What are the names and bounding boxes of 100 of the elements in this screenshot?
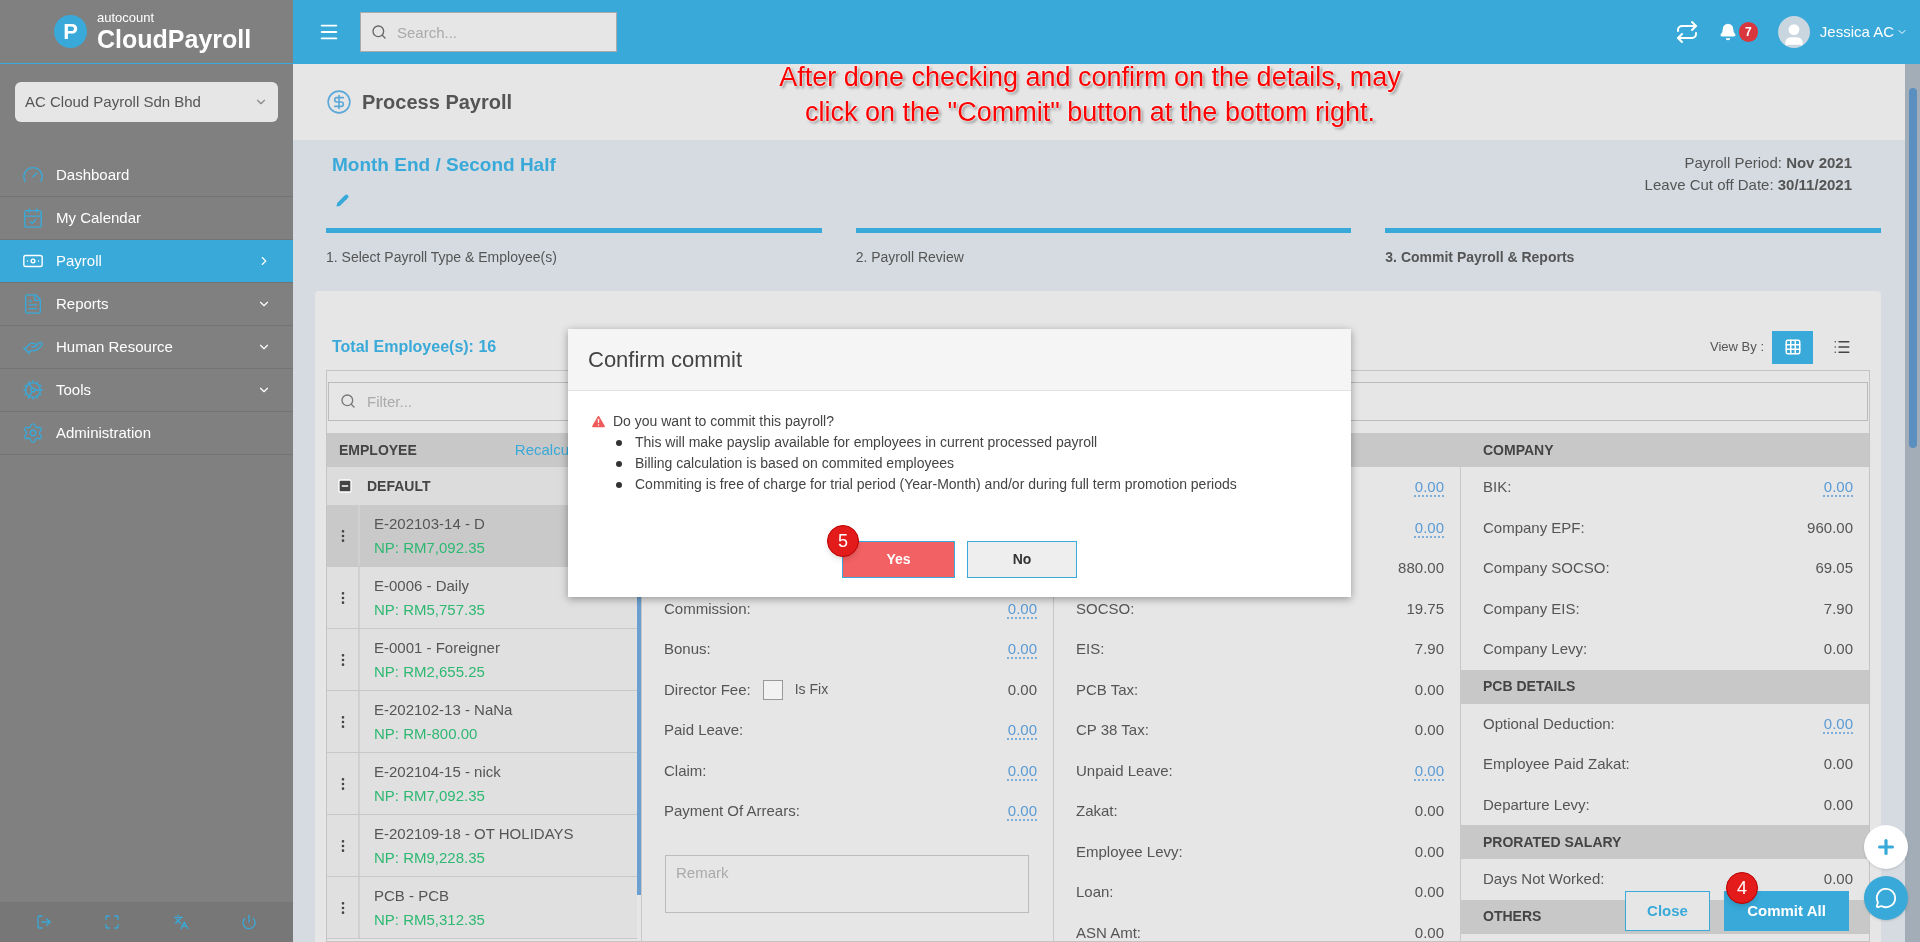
net-pay: NP: RM5,757.35 xyxy=(374,599,485,620)
amount-value[interactable]: 0.00 xyxy=(1414,516,1444,539)
amount-value: 0.00 xyxy=(1007,680,1037,698)
annotation-text: click on the "Commit" button at the bottom right. xyxy=(805,96,1375,129)
dialog-bullet: Commiting is free of charge for trial period (Year-Month) and/or during full term promotion periods xyxy=(635,475,1237,494)
logout-icon[interactable] xyxy=(36,914,53,930)
wizard-step: 1. Select Payroll Type & Employee(s) xyxy=(326,228,822,267)
employee-row[interactable]: E-202109-18 - OT HOLIDAYS NP: RM9,228.35 xyxy=(327,815,637,877)
field-label: EIS: xyxy=(1076,639,1105,659)
step-badge: 5 xyxy=(827,525,859,557)
amount-value: 7.90 xyxy=(1414,639,1444,659)
employee-name: E-202102-13 - NaNa xyxy=(374,699,513,720)
chat-icon xyxy=(1875,887,1897,909)
employee-row[interactable]: E-0001 - Foreigner NP: RM2,655.25 xyxy=(327,629,637,691)
plus-icon xyxy=(1875,836,1897,858)
amount-value[interactable]: 0.00 xyxy=(1007,638,1037,661)
employee-name: E-0006 - Daily xyxy=(374,575,471,596)
amount-value: 0.00 xyxy=(1414,922,1444,942)
field-label: Employee Levy: xyxy=(1076,841,1183,862)
close-button[interactable]: Close xyxy=(1625,891,1710,931)
employee-row[interactable]: E-202104-15 - nick NP: RM7,092.35 xyxy=(327,753,637,815)
fullscreen-icon[interactable] xyxy=(104,914,121,930)
amount-value: 0.00 xyxy=(1414,679,1444,700)
annotation-text: After done checking and confirm on the details, may xyxy=(779,61,1401,94)
amount-value[interactable]: 0.00 xyxy=(1007,719,1037,742)
amount-value: 0.00 xyxy=(1414,801,1444,821)
field-label: Payment Of Arrears: xyxy=(664,801,800,821)
employee-row[interactable]: E-202102-13 - NaNa NP: RM-800.00 xyxy=(327,691,637,753)
net-pay: NP: RM2,655.25 xyxy=(374,661,486,682)
user-name[interactable]: Jessica AC xyxy=(1819,20,1894,44)
bell-icon[interactable] xyxy=(1719,23,1738,41)
field-label: BIK: xyxy=(1483,477,1512,497)
section-header: PRORATED SALARY xyxy=(1461,825,1869,859)
amount-value: 7.90 xyxy=(1823,598,1853,619)
list-icon xyxy=(1832,338,1851,356)
net-pay: NP: RM5,312.35 xyxy=(374,909,485,930)
field-label: Optional Deduction: xyxy=(1483,713,1615,734)
wizard-step: 2. Payroll Review xyxy=(855,228,1352,267)
field-label: Company SOCSO: xyxy=(1483,558,1610,578)
payroll-icon xyxy=(326,89,352,115)
amount-value: 69.05 xyxy=(1815,558,1853,578)
gear-icon xyxy=(22,379,44,401)
field-label: Loan: xyxy=(1076,882,1114,902)
sidebar-item[interactable]: Administration xyxy=(0,412,293,455)
logo-icon: P xyxy=(54,15,87,48)
field-label: Unpaid Leave: xyxy=(1076,760,1173,781)
field-label: ASN Amt: xyxy=(1076,922,1142,942)
field-label: SOCSO: xyxy=(1076,598,1135,619)
checkbox[interactable] xyxy=(762,679,783,700)
amount-value[interactable]: 0.00 xyxy=(1414,759,1444,782)
amount-value: 960.00 xyxy=(1807,517,1853,538)
amount-value: 0.00 xyxy=(1823,639,1853,659)
net-pay: NP: RM9,228.35 xyxy=(374,847,486,868)
amount-value[interactable]: 0.00 xyxy=(1823,712,1853,735)
leave-cutoff-date: Leave Cut off Date: 30/11/2021 xyxy=(1644,175,1852,195)
amount-value[interactable]: 0.00 xyxy=(1823,476,1853,499)
amount-value[interactable]: 0.00 xyxy=(1414,476,1444,499)
sidebar-item[interactable]: Tools xyxy=(0,369,293,412)
section-header: COMPANY xyxy=(1461,433,1869,467)
collapse-icon xyxy=(337,478,353,494)
amount-value: 0.00 xyxy=(1414,882,1444,902)
employee-name: E-202103-14 - D xyxy=(374,513,485,534)
bullet-icon xyxy=(616,439,622,446)
checkbox-label: Is Fix xyxy=(794,680,829,700)
brand-subtitle: autocount xyxy=(97,10,156,25)
edit-icon[interactable] xyxy=(336,194,349,207)
remark-field[interactable]: Remark xyxy=(665,854,1029,913)
amount-value[interactable]: 0.00 xyxy=(1007,597,1037,620)
no-button[interactable]: No xyxy=(967,541,1077,578)
dialog-bullet: This will make payslip available for employees in current processed payroll xyxy=(635,433,1098,452)
bullet-icon xyxy=(616,481,622,488)
sync-icon[interactable] xyxy=(1675,20,1700,44)
section-header: PCB DETAILS xyxy=(1461,669,1869,704)
field-label: Director Fee: xyxy=(664,679,751,700)
page-title: Process Payroll xyxy=(362,90,513,115)
column-header: EMPLOYEE xyxy=(339,440,417,460)
employee-row[interactable]: PCB - PCB NP: RM5,312.35 xyxy=(327,877,637,939)
power-icon[interactable] xyxy=(240,914,257,930)
brand-name: CloudPayroll xyxy=(97,24,252,53)
field-label: Bonus: xyxy=(664,639,711,659)
search-icon xyxy=(340,393,356,409)
total-employees: Total Employee(s): 16 xyxy=(332,337,497,357)
grid-view-button[interactable] xyxy=(1772,330,1813,364)
amount-value[interactable]: 0.00 xyxy=(1007,759,1037,782)
translate-icon[interactable] xyxy=(172,914,189,930)
amount-value: 880.00 xyxy=(1398,558,1444,578)
dialog-question: Do you want to commit this payroll? xyxy=(613,412,834,431)
search-field[interactable]: Search... xyxy=(360,12,617,52)
settings-icon xyxy=(22,422,44,444)
search-icon xyxy=(371,24,387,40)
avatar[interactable] xyxy=(1777,16,1810,48)
company-select[interactable]: AC Cloud Payroll Sdn Bhd xyxy=(15,82,278,122)
amount-value[interactable]: 0.00 xyxy=(1007,800,1037,823)
sidebar-item[interactable]: Reports xyxy=(0,283,293,326)
amount-value: 0.00 xyxy=(1823,869,1853,889)
scrollbar-thumb[interactable] xyxy=(1908,88,1917,448)
sidebar-item[interactable]: Payroll xyxy=(0,240,293,283)
amount-value: 19.75 xyxy=(1406,598,1444,619)
field-label: CP 38 Tax: xyxy=(1076,720,1149,740)
dialog-bullet: Billing calculation is based on commited employees xyxy=(635,454,955,473)
